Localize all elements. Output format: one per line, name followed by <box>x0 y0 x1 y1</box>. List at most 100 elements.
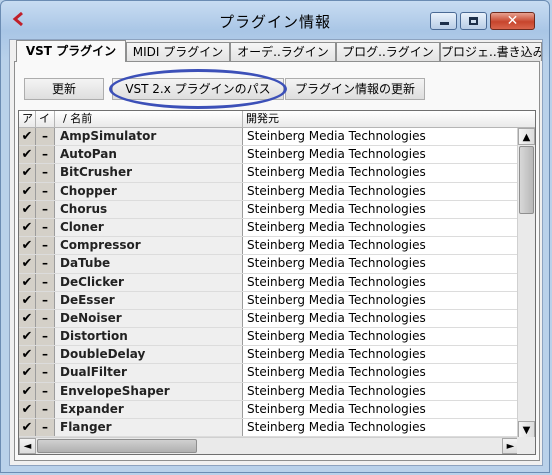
active-checkbox[interactable]: ✔ <box>19 328 36 346</box>
plugin-name: DoubleDelay <box>55 346 243 364</box>
update-button[interactable]: 更新 <box>24 78 104 100</box>
instance-cell: – <box>36 382 55 400</box>
plugin-list[interactable]: ア イ / 名前 開発元 ✔ – AmpSimulator Steinberg Med… <box>18 110 536 455</box>
plugin-vendor: Steinberg Media Technologies <box>247 256 426 271</box>
maximize-button[interactable] <box>460 12 487 30</box>
table-row[interactable]: ✔ – AutoPan Steinberg Media Technologies <box>19 146 517 165</box>
plugin-name: Expander <box>55 400 243 418</box>
plugin-name: DeEsser <box>55 291 243 309</box>
plugin-vendor: Steinberg Media Technologies <box>247 292 426 307</box>
vertical-scrollbar[interactable]: ▲ ▼ <box>517 128 535 438</box>
dialog-client: VST プラグイン MIDI プラグイン オーデ..ラグイン プログ..ラグイン… <box>9 39 543 466</box>
active-checkbox[interactable]: ✔ <box>19 128 36 146</box>
active-checkbox[interactable]: ✔ <box>19 164 36 182</box>
table-row[interactable]: ✔ – DeClicker Steinberg Media Technologies <box>19 273 517 292</box>
plugin-vendor: Steinberg Media Technologies <box>247 219 426 234</box>
instance-cell: – <box>36 309 55 328</box>
column-header-vendor[interactable]: 開発元 <box>243 111 535 127</box>
table-row[interactable]: ✔ – DeEsser Steinberg Media Technologies <box>19 291 517 310</box>
instance-cell: – <box>36 218 55 237</box>
table-row[interactable]: ✔ – Chopper Steinberg Media Technologies <box>19 182 517 201</box>
tab-vst-plugins[interactable]: VST プラグイン <box>16 40 126 62</box>
minimize-button[interactable] <box>430 12 457 30</box>
plugin-rows: ✔ – AmpSimulator Steinberg Media Technologi… <box>19 128 517 438</box>
active-checkbox[interactable]: ✔ <box>19 255 36 273</box>
table-row[interactable]: ✔ – Flanger Steinberg Media Technologies <box>19 419 517 438</box>
horizontal-scroll-thumb[interactable] <box>37 439 197 453</box>
active-checkbox[interactable]: ✔ <box>19 309 36 328</box>
scroll-corner <box>517 437 535 454</box>
close-button[interactable]: ✕ <box>490 12 535 30</box>
tab-project-write[interactable]: プロジェ..書き込み <box>440 42 542 61</box>
column-header-name[interactable]: / 名前 <box>55 111 243 127</box>
plugin-name: Distortion <box>55 328 243 346</box>
title-bar[interactable]: プラグイン情報 ✕ <box>1 1 549 39</box>
column-header-instance[interactable]: イ <box>36 111 55 127</box>
active-checkbox[interactable]: ✔ <box>19 182 36 200</box>
vertical-scroll-thumb[interactable] <box>519 146 534 214</box>
plugin-vendor: Steinberg Media Technologies <box>247 165 426 180</box>
plugin-name: DeNoiser <box>55 309 243 328</box>
scroll-left-icon[interactable]: ◄ <box>19 438 36 454</box>
table-row[interactable]: ✔ – Expander Steinberg Media Technologies <box>19 400 517 419</box>
instance-cell: – <box>36 128 55 146</box>
plugin-vendor: Steinberg Media Technologies <box>247 383 426 398</box>
scroll-down-icon[interactable]: ▼ <box>518 421 535 438</box>
minimize-icon <box>440 22 449 25</box>
plugin-vendor: Steinberg Media Technologies <box>247 147 426 162</box>
active-checkbox[interactable]: ✔ <box>19 218 36 237</box>
active-checkbox[interactable]: ✔ <box>19 291 36 309</box>
instance-cell: – <box>36 146 55 164</box>
instance-cell: – <box>36 182 55 200</box>
maximize-icon <box>469 17 478 25</box>
scroll-up-icon[interactable]: ▲ <box>518 128 535 145</box>
plugin-name: Flanger <box>55 419 243 437</box>
plugin-vendor: Steinberg Media Technologies <box>247 365 426 380</box>
instance-cell: – <box>36 419 55 437</box>
instance-cell: – <box>36 400 55 418</box>
vst2-path-button[interactable]: VST 2.x プラグインのパス <box>112 78 284 100</box>
active-checkbox[interactable]: ✔ <box>19 146 36 164</box>
table-row[interactable]: ✔ – DeNoiser Steinberg Media Technologies <box>19 309 517 329</box>
active-checkbox[interactable]: ✔ <box>19 382 36 400</box>
column-header-active[interactable]: ア <box>19 111 36 127</box>
active-checkbox[interactable]: ✔ <box>19 273 36 291</box>
plugin-name: DeClicker <box>55 273 243 291</box>
plugin-vendor: Steinberg Media Technologies <box>247 274 426 289</box>
table-row[interactable]: ✔ – EnvelopeShaper Steinberg Media Technolo… <box>19 382 517 401</box>
active-checkbox[interactable]: ✔ <box>19 400 36 418</box>
active-checkbox[interactable]: ✔ <box>19 346 36 364</box>
active-checkbox[interactable]: ✔ <box>19 364 36 382</box>
plugin-vendor: Steinberg Media Technologies <box>247 310 426 325</box>
tab-audio-plugins[interactable]: オーデ..ラグイン <box>230 42 336 61</box>
plugin-name: AutoPan <box>55 146 243 164</box>
plugin-name: EnvelopeShaper <box>55 382 243 400</box>
table-row[interactable]: ✔ – DoubleDelay Steinberg Media Technologie… <box>19 346 517 365</box>
plugin-name: Chorus <box>55 200 243 218</box>
active-checkbox[interactable]: ✔ <box>19 237 36 255</box>
table-row[interactable]: ✔ – Distortion Steinberg Media Technologies <box>19 328 517 347</box>
plugin-vendor: Steinberg Media Technologies <box>247 183 426 198</box>
update-plugin-info-button[interactable]: プラグイン情報の更新 <box>285 78 425 100</box>
active-checkbox[interactable]: ✔ <box>19 200 36 218</box>
table-row[interactable]: ✔ – Cloner Steinberg Media Technologies <box>19 218 517 238</box>
table-row[interactable]: ✔ – AmpSimulator Steinberg Media Technologi… <box>19 128 517 147</box>
instance-cell: – <box>36 164 55 182</box>
horizontal-scrollbar[interactable]: ◄ ► <box>19 437 519 454</box>
active-checkbox[interactable]: ✔ <box>19 419 36 437</box>
tab-program-plugins[interactable]: プログ..ラグイン <box>336 42 440 61</box>
tab-midi-plugins[interactable]: MIDI プラグイン <box>126 42 230 61</box>
plugin-vendor: Steinberg Media Technologies <box>247 420 426 434</box>
table-row[interactable]: ✔ – BitCrusher Steinberg Media Technologies <box>19 164 517 183</box>
plugin-vendor: Steinberg Media Technologies <box>247 238 426 253</box>
instance-cell: – <box>36 237 55 255</box>
table-row[interactable]: ✔ – Chorus Steinberg Media Technologies <box>19 200 517 219</box>
plugin-vendor: Steinberg Media Technologies <box>247 201 426 216</box>
instance-cell: – <box>36 346 55 364</box>
vst-plugins-panel: 更新 VST 2.x プラグインのパス プラグイン情報の更新 ア イ / 名前 … <box>14 61 540 461</box>
plugin-name: BitCrusher <box>55 164 243 182</box>
plugin-vendor: Steinberg Media Technologies <box>247 347 426 362</box>
table-row[interactable]: ✔ – Compressor Steinberg Media Technologies <box>19 237 517 256</box>
table-row[interactable]: ✔ – DualFilter Steinberg Media Technologies <box>19 364 517 383</box>
table-row[interactable]: ✔ – DaTube Steinberg Media Technologies <box>19 255 517 274</box>
